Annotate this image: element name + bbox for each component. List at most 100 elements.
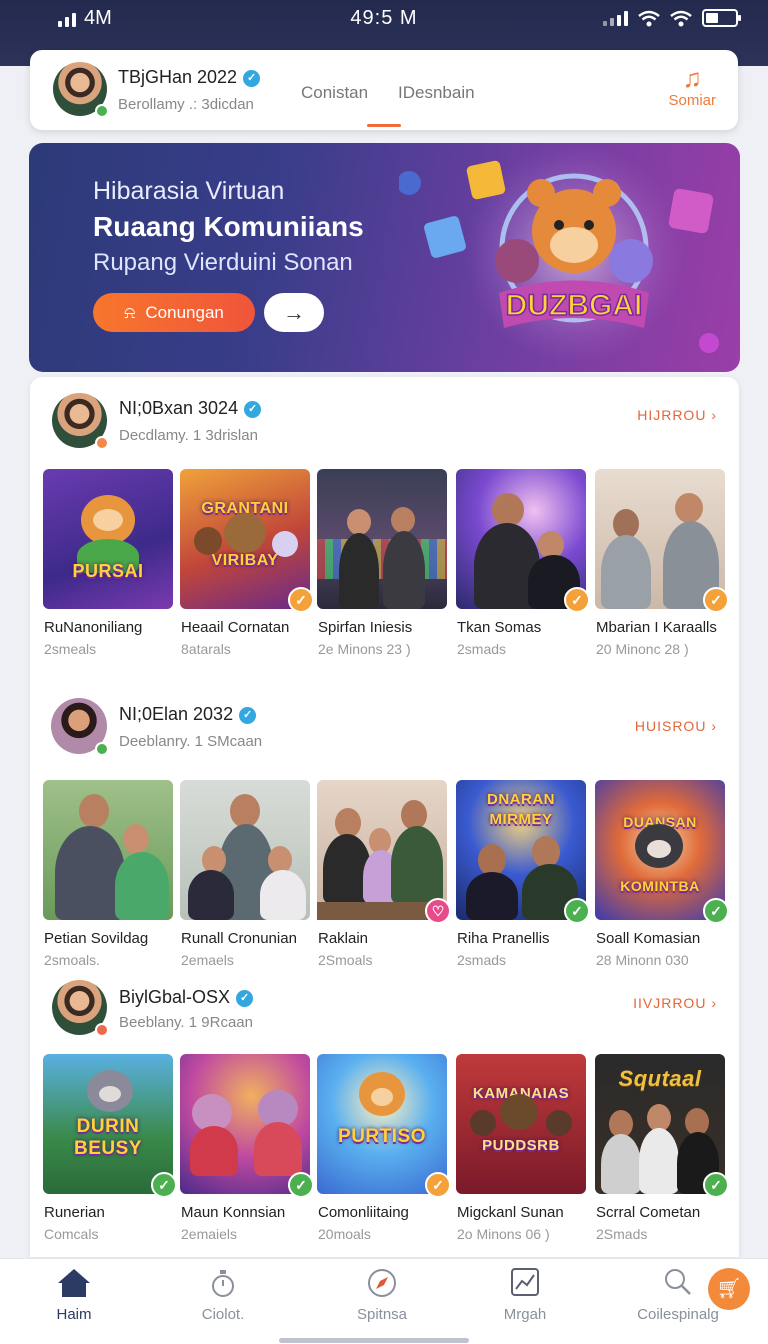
battery-icon <box>702 9 741 27</box>
verified-icon: ✓ <box>243 70 261 87</box>
banner-title: Ruaang Komuniians <box>93 211 364 242</box>
heart-badge-icon: ♡ <box>425 898 451 924</box>
tab-idesnbain[interactable]: IDesnbain <box>398 83 475 103</box>
nav-chart[interactable]: Mrgah <box>470 1267 580 1323</box>
somiar-label: Somiar <box>668 92 716 109</box>
card-title: Migckanl Sunan <box>457 1204 564 1221</box>
cart-icon: 🛒︎ <box>716 1278 742 1300</box>
timer-icon <box>168 1267 278 1303</box>
banner-art-label: DUZBGAI <box>506 289 643 322</box>
profile-name: TBjGHan 2022 ✓ <box>118 67 261 88</box>
profile-subtitle: Berollamy .: 3dicdan <box>118 96 254 113</box>
card-meta: 2smeals <box>44 641 97 657</box>
card-meta: 20 Minonc 28 ) <box>596 641 689 657</box>
nav-compass-label: Spitnsa <box>356 1306 408 1323</box>
card-meta: 2emaiels <box>181 1226 238 1242</box>
banner-cta-button[interactable]: ⍾ Conungan <box>93 293 255 332</box>
cellular-icon <box>603 10 628 26</box>
card-meta: 2e Minons 23 ) <box>318 641 411 657</box>
nav-search-label: Coilespinalg <box>637 1306 719 1323</box>
card-meta: 2o Minons 06 ) <box>457 1226 550 1242</box>
banner-line-1: Hibarasia Virtuan <box>93 177 285 205</box>
music-note-icon: ♫ <box>682 63 702 93</box>
check-badge-icon: ✓ <box>425 1172 451 1198</box>
nav-compass[interactable]: Spitnsa <box>327 1267 437 1323</box>
chevron-right-icon: › <box>711 995 717 1011</box>
status-icon <box>95 436 109 450</box>
card-thumbnail: Squtaal ✓ <box>595 1054 729 1198</box>
card-thumbnail: DUANSAN KOMINTBA ✓ <box>595 780 729 924</box>
card-title: Maun Konnsian <box>181 1204 286 1221</box>
community-feed: NI;0Bxan 3024 ✓ Decdlamy. 1 3drislan HIJR… <box>30 377 739 1257</box>
card-title: Scrral Cometan <box>596 1204 701 1221</box>
check-badge-icon: ✓ <box>288 1172 314 1198</box>
check-badge-icon: ✓ <box>703 898 729 924</box>
feed-section: NI;0Elan 2032 ✓ Deeblanry. 1 SMcaan HUISR… <box>30 689 739 989</box>
section-subtitle: Beeblany. 1 9Rcaan <box>119 1014 253 1031</box>
card-title: Soall Komasian <box>596 930 701 947</box>
card-meta: 2emaels <box>181 952 234 968</box>
check-badge-icon: ✓ <box>564 587 590 613</box>
verified-icon: ✓ <box>244 401 262 418</box>
home-icon <box>19 1267 129 1303</box>
chart-icon <box>470 1267 580 1303</box>
see-more-link[interactable]: HIJRROU › <box>637 407 717 423</box>
nav-timer[interactable]: Ciolot. <box>168 1267 278 1323</box>
card-meta: 2Smoals <box>318 952 373 968</box>
nav-home-label: Haim <box>56 1306 92 1323</box>
see-more-link[interactable]: IIVJRROU › <box>633 995 717 1011</box>
card-thumbnail: PURTISO ✓ <box>317 1054 451 1198</box>
card-title: Tkan Somas <box>457 619 542 636</box>
card-thumbnail: ♡ <box>317 780 451 924</box>
card-art-label: Squtaal <box>618 1066 702 1091</box>
card-meta: 20moals <box>318 1226 371 1242</box>
card-thumbnail <box>317 469 447 609</box>
card-title: Runerian <box>44 1204 105 1221</box>
avatar[interactable] <box>51 698 109 756</box>
card-thumbnail: PURSAI <box>43 469 173 609</box>
card-title: RuNanoniliang <box>44 619 143 636</box>
card-thumbnail: ✓ <box>180 1054 314 1198</box>
avatar[interactable] <box>52 393 109 450</box>
avatar[interactable] <box>53 62 109 118</box>
status-icon <box>95 742 109 756</box>
section-author: NI;0Elan 2032 ✓ <box>119 704 257 725</box>
online-status-icon <box>95 104 109 118</box>
card-title: Comonliitaing <box>318 1204 409 1221</box>
card-title: Mbarian I Karaalls <box>596 619 717 636</box>
see-more-link[interactable]: HUISROU › <box>635 718 717 734</box>
verified-icon: ✓ <box>236 990 254 1007</box>
tab-conistan[interactable]: Conistan <box>301 83 368 103</box>
card-title: Spirfan Iniesis <box>318 619 413 636</box>
hero-banner[interactable]: Hibarasia Virtuan Ruaang Komuniians Rupa… <box>29 143 740 372</box>
card-meta: 8atarals <box>181 641 231 657</box>
banner-illustration: DUZBGAI <box>399 143 719 363</box>
check-badge-icon: ✓ <box>703 587 729 613</box>
cart-fab-button[interactable]: 🛒︎ <box>708 1268 750 1310</box>
feed-section: BiylGbal-OSX ✓ Beeblany. 1 9Rcaan IIVJRRO… <box>30 977 739 1257</box>
card-thumbnail: GRANTANI VIRIBAY ✓ <box>180 469 314 613</box>
card-thumbnail <box>180 780 310 920</box>
section-subtitle: Deeblanry. 1 SMcaan <box>119 733 263 750</box>
check-badge-icon: ✓ <box>564 898 590 924</box>
card-art-label: DURIN BEUSY <box>74 1116 142 1159</box>
banner-next-button[interactable]: → <box>264 293 324 332</box>
somiar-button[interactable]: ♫ Somiar <box>668 64 716 109</box>
tab-indicator <box>367 124 401 127</box>
card-thumbnail <box>43 780 173 920</box>
nav-home[interactable]: Haim <box>19 1267 129 1323</box>
card-meta: 2smads <box>457 952 507 968</box>
card-meta: 2smoals. <box>44 952 101 968</box>
card-thumbnail: ✓ <box>595 469 729 613</box>
avatar[interactable] <box>52 980 109 1037</box>
card-thumbnail: DNARAN MIRMEY ✓ <box>456 780 590 924</box>
card-art-label: DNARAN MIRMEY <box>487 791 555 828</box>
section-author: NI;0Bxan 3024 ✓ <box>119 398 262 419</box>
card-art-label: PURSAI <box>72 561 144 581</box>
arrow-right-icon: → <box>283 299 305 325</box>
card-title: Heaail Cornatan <box>181 619 290 636</box>
home-indicator[interactable] <box>279 1338 469 1343</box>
card-meta: 28 Minonn 030 <box>596 952 689 968</box>
check-badge-icon: ✓ <box>703 1172 729 1198</box>
section-author: BiylGbal-OSX ✓ <box>119 987 254 1008</box>
